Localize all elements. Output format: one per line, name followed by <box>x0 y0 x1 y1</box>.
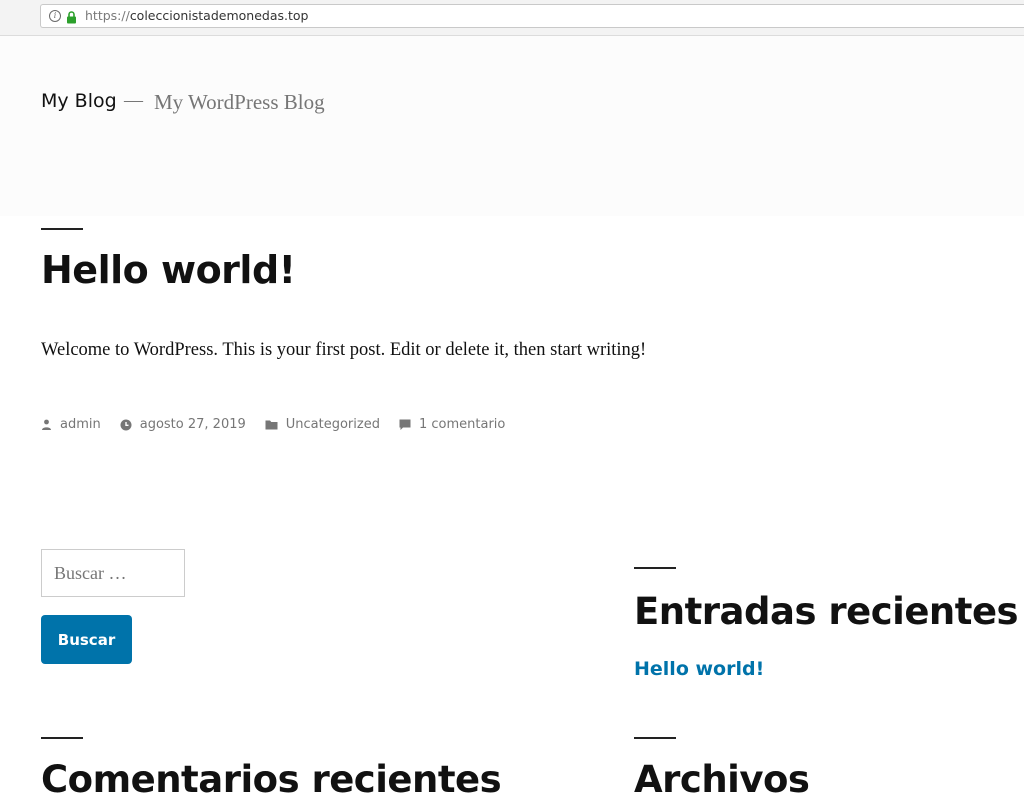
widget-divider <box>41 737 83 739</box>
search-input[interactable] <box>41 549 185 597</box>
clock-icon <box>120 419 132 430</box>
meta-category: Uncategorized <box>265 417 380 432</box>
widget-divider <box>634 567 676 569</box>
post-meta: admin agosto 27, 2019 Uncategorized 1 co… <box>41 417 524 432</box>
title-separator: — <box>124 90 143 111</box>
lock-icon[interactable] <box>66 9 77 28</box>
site-description: My WordPress Blog <box>154 90 325 114</box>
site-header <box>0 36 1024 216</box>
author-link[interactable]: admin <box>60 417 101 432</box>
recent-post-link[interactable]: Hello world! <box>634 658 764 680</box>
folder-icon <box>265 420 278 430</box>
address-bar[interactable]: i https://coleccionistademonedas.top <box>40 4 1024 28</box>
url-protocol: https:// <box>85 8 130 23</box>
comments-link[interactable]: 1 comentario <box>419 417 505 432</box>
browser-toolbar: i https://coleccionistademonedas.top <box>0 0 1024 36</box>
post-title[interactable]: Hello world! <box>41 248 296 292</box>
site-title[interactable]: My Blog <box>41 90 117 112</box>
search-button[interactable]: Buscar <box>41 615 132 664</box>
date-link[interactable]: agosto 27, 2019 <box>140 417 246 432</box>
recent-comments-title: Comentarios recientes <box>41 758 502 801</box>
url-text[interactable]: https://coleccionistademonedas.top <box>85 8 308 23</box>
meta-comments: 1 comentario <box>399 417 505 432</box>
info-icon[interactable]: i <box>49 10 61 22</box>
category-link[interactable]: Uncategorized <box>286 417 380 432</box>
post-content: Welcome to WordPress. This is your first… <box>41 340 647 360</box>
recent-posts-title: Entradas recientes <box>634 590 1019 633</box>
url-host: coleccionistademonedas.top <box>129 8 309 23</box>
archives-title: Archivos <box>634 758 810 801</box>
meta-date: agosto 27, 2019 <box>120 417 246 432</box>
meta-author: admin <box>41 417 101 432</box>
comment-icon <box>399 419 411 430</box>
post-divider <box>41 228 83 230</box>
widget-divider <box>634 737 676 739</box>
person-icon <box>42 419 51 430</box>
